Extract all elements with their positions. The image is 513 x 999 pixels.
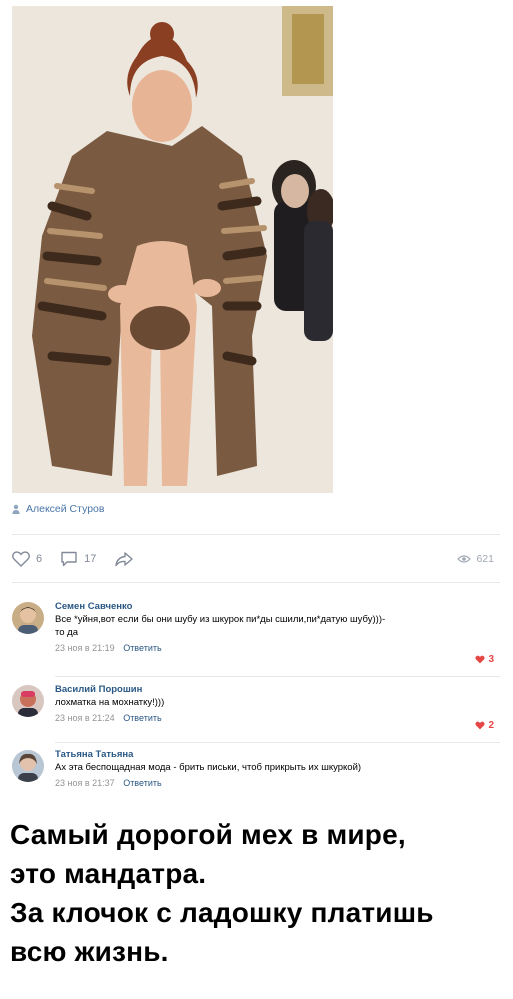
post-author-name[interactable]: Алексей Стуров	[26, 503, 104, 515]
post-actions: 6 17 621	[12, 548, 500, 570]
reply-button[interactable]: Ответить	[123, 713, 161, 723]
comment-meta: 23 ноя в 21:37 Ответить	[55, 776, 500, 790]
heart-icon	[12, 551, 30, 567]
comment-meta: 23 ноя в 21:19 Ответить	[55, 641, 500, 655]
comment-icon	[61, 551, 77, 567]
comment-item: Татьяна Татьяна Ах эта беспощадная мода …	[12, 748, 500, 798]
comment-item: Семен Савченко Все *уйня,вот если бы они…	[12, 600, 500, 670]
like-count: 6	[36, 553, 43, 565]
avatar-image	[12, 750, 44, 782]
comment-item: Василий Порошин лохматка на мохнатку!)))…	[12, 683, 500, 738]
post-photo[interactable]	[12, 6, 333, 493]
comment-body: Василий Порошин лохматка на мохнатку!)))…	[55, 683, 500, 725]
meme-caption: Самый дорогой мех в мире, это мандатра. …	[0, 800, 513, 999]
comment-time[interactable]: 23 ноя в 21:19	[55, 643, 115, 653]
comment-like[interactable]: 2	[475, 720, 494, 731]
avatar[interactable]	[12, 685, 44, 717]
views-count: 621	[476, 553, 494, 565]
comment-count: 17	[84, 553, 97, 565]
comment-author[interactable]: Семен Савченко	[55, 600, 500, 613]
avatar-image	[12, 602, 44, 634]
eye-icon	[457, 555, 472, 563]
share-icon	[115, 552, 134, 567]
divider	[55, 676, 500, 677]
divider	[12, 534, 500, 535]
comment-like-count: 2	[488, 720, 494, 731]
comment-text: лохматка на мохнатку!)))	[55, 697, 165, 708]
divider	[55, 742, 500, 743]
comment-time[interactable]: 23 ноя в 21:24	[55, 713, 115, 723]
reply-button[interactable]: Ответить	[123, 778, 161, 788]
heart-filled-icon	[475, 655, 486, 664]
comment-like[interactable]: 3	[475, 654, 494, 665]
caption-line: Самый дорогой мех в мире,	[10, 819, 406, 850]
divider	[12, 582, 500, 583]
comment-body: Семен Савченко Все *уйня,вот если бы они…	[55, 600, 500, 655]
caption-line: это мандатра.	[10, 858, 207, 889]
comment-author[interactable]: Татьяна Татьяна	[55, 748, 500, 761]
comment-text: Ах эта беспощадная мода - брить письки, …	[55, 762, 362, 773]
like-button[interactable]: 6	[12, 551, 42, 567]
comment-text: Все *уйня,вот если бы они шубу из шкурок…	[55, 614, 386, 625]
share-button[interactable]	[114, 551, 134, 567]
comment-author[interactable]: Василий Порошин	[55, 683, 500, 696]
post: Алексей Стуров 6 17 621 Семен Савченко В…	[0, 0, 513, 800]
heart-filled-icon	[475, 721, 486, 730]
avatar[interactable]	[12, 602, 44, 634]
runway-photo-illustration	[12, 6, 333, 493]
comment-text-cont: то да	[55, 627, 78, 638]
caption-line: всю жизнь.	[10, 936, 169, 967]
views-counter: 621	[457, 553, 494, 565]
user-icon	[12, 504, 20, 514]
avatar-image	[12, 685, 44, 717]
avatar[interactable]	[12, 750, 44, 782]
comment-time[interactable]: 23 ноя в 21:37	[55, 778, 115, 788]
comment-body: Татьяна Татьяна Ах эта беспощадная мода …	[55, 748, 500, 790]
caption-line: За клочок с ладошку платишь	[10, 897, 434, 928]
comment-like-count: 3	[488, 654, 494, 665]
comment-button[interactable]: 17	[60, 551, 96, 567]
comment-meta: 23 ноя в 21:24 Ответить	[55, 711, 500, 725]
post-author[interactable]: Алексей Стуров	[12, 502, 104, 516]
reply-button[interactable]: Ответить	[123, 643, 161, 653]
